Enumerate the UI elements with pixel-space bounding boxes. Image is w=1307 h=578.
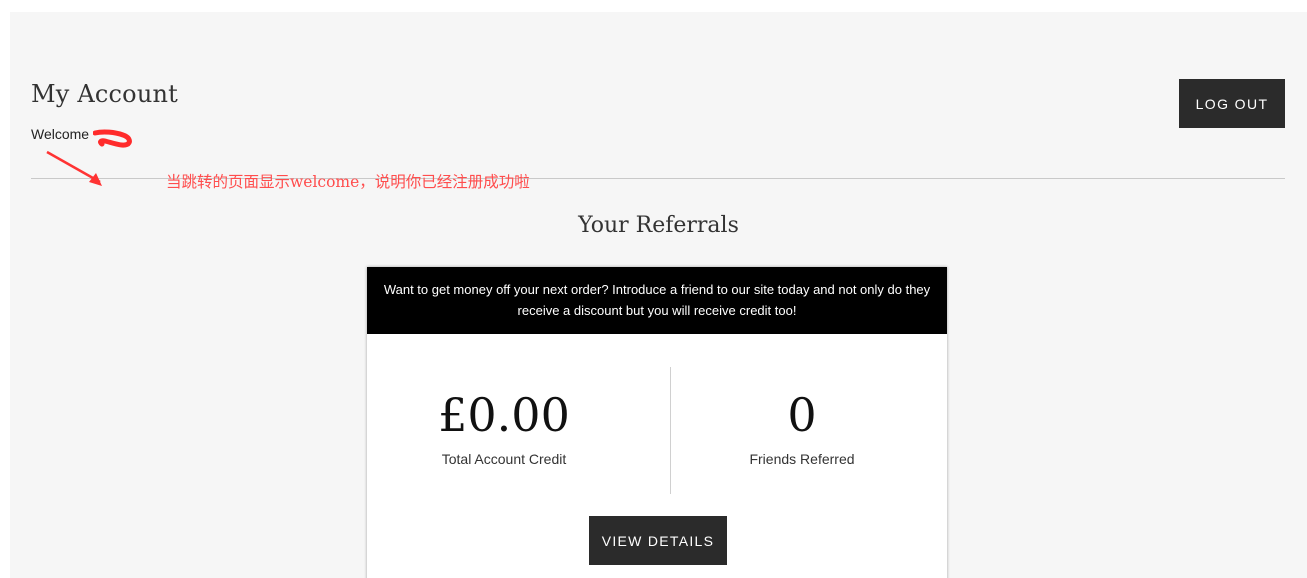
redaction-scribble bbox=[93, 129, 132, 148]
annotation-note: 当跳转的页面显示welcome，说明你已经注册成功啦 bbox=[166, 173, 530, 191]
account-page: My Account Welcome LOG OUT 当跳转的页面显示welco… bbox=[10, 12, 1307, 578]
annotation-arrow-icon bbox=[46, 150, 102, 186]
referrals-heading: Your Referrals bbox=[578, 213, 739, 238]
account-credit-stat: £0.00 Total Account Credit bbox=[367, 387, 657, 467]
view-details-button[interactable]: VIEW DETAILS bbox=[589, 516, 727, 565]
welcome-text: Welcome bbox=[31, 126, 90, 142]
friends-referred-stat: 0 Friends Referred bbox=[657, 387, 947, 467]
referrals-card: Want to get money off your next order? I… bbox=[367, 267, 947, 578]
referral-promo-banner: Want to get money off your next order? I… bbox=[367, 267, 947, 334]
friends-referred-label: Friends Referred bbox=[749, 451, 855, 467]
account-credit-label: Total Account Credit bbox=[441, 451, 567, 467]
log-out-button[interactable]: LOG OUT bbox=[1179, 79, 1285, 128]
page-title: My Account bbox=[31, 80, 178, 108]
account-credit-value: £0.00 bbox=[438, 388, 570, 442]
friends-referred-value: 0 bbox=[787, 388, 817, 442]
